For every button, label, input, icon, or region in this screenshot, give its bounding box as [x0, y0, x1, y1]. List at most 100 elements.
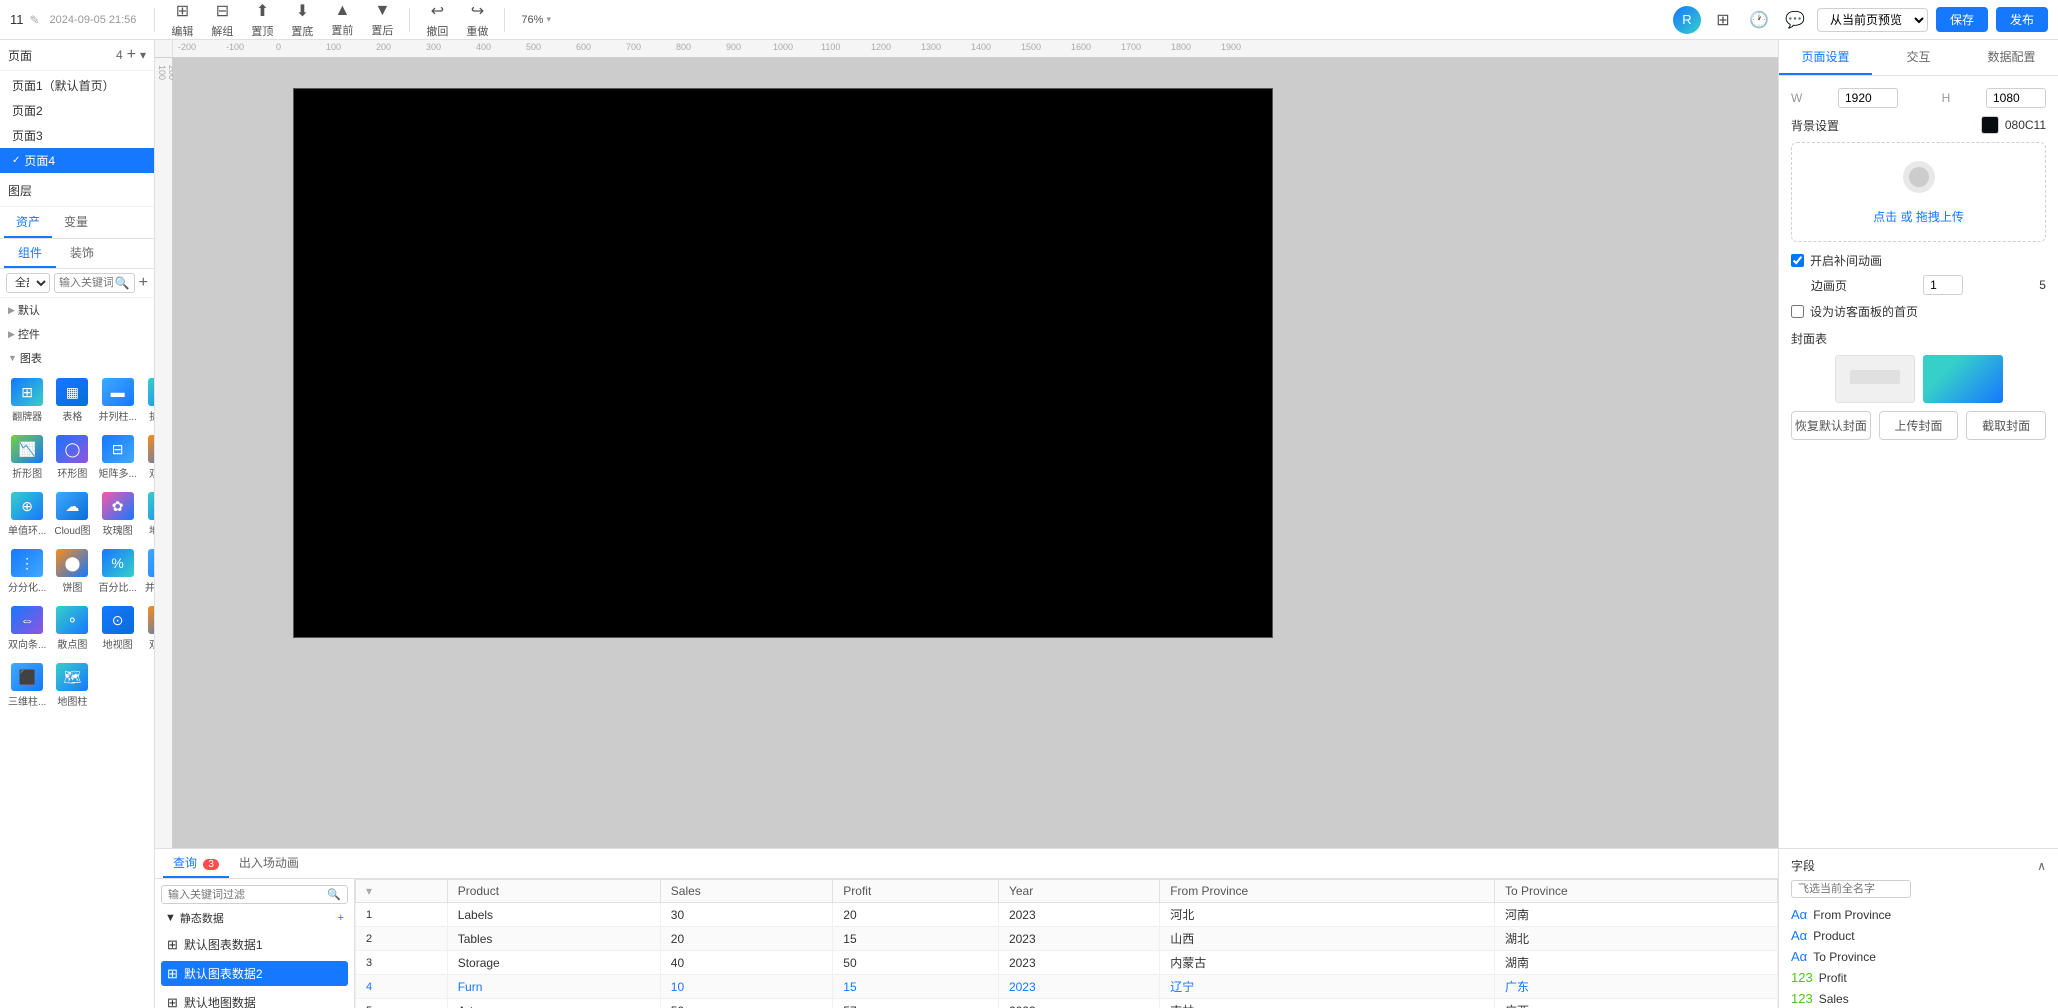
edit-title-icon[interactable]: ✎ — [30, 13, 40, 27]
set-visitor-checkbox[interactable] — [1791, 305, 1804, 318]
page-item-3[interactable]: 页面3 — [0, 123, 154, 148]
canvas-main: 100 200 300 400 500 600 700 800 900 1000 — [155, 58, 1778, 848]
comp-bar-parallel[interactable]: ▬ 并列柱... — [96, 374, 138, 427]
data-source-2-icon: ⊞ — [167, 966, 178, 982]
data-source-1[interactable]: ⊞ 默认图表数据1 — [161, 932, 348, 957]
bottom-tab-animation[interactable]: 出入场动画 — [229, 849, 309, 878]
static-data-add-icon[interactable]: + — [338, 912, 344, 924]
pages-add-button[interactable]: + — [127, 46, 136, 64]
th-profit: Profit — [833, 880, 999, 903]
comp-pie[interactable]: ⬤ 饼图 — [52, 545, 92, 598]
zoom-control[interactable]: 76% ▾ — [513, 12, 559, 28]
comp-rose[interactable]: ✿ 玫瑰图 — [96, 488, 138, 541]
comp-parallel-bar[interactable]: ≡ 并列条... — [143, 545, 154, 598]
comp-matrix[interactable]: ⊟ 矩阵多... — [96, 431, 138, 484]
pages-expand-button[interactable]: ▾ — [140, 48, 146, 62]
open-animation-checkbox[interactable] — [1791, 254, 1804, 267]
row-num-5: 5 — [356, 999, 448, 1008]
right-tab-page-settings[interactable]: 页面设置 — [1779, 40, 1872, 75]
field-product[interactable]: Aα Product — [1791, 925, 2046, 946]
comp-3d-bar[interactable]: ⬛ 三维柱... — [6, 659, 48, 712]
comp-line[interactable]: 📈 折线图 — [143, 374, 154, 427]
field-search-input[interactable] — [1791, 880, 1911, 898]
toolbar-top-btn[interactable]: ⬆ 置顶 — [243, 0, 281, 41]
section-default[interactable]: ▶ 默认 — [0, 298, 154, 322]
comp-area[interactable]: 📉 折形图 — [6, 431, 48, 484]
bottom-label: 置底 — [291, 23, 313, 39]
pages-label: 页面 — [8, 47, 112, 64]
asset-tab[interactable]: 资产 — [4, 207, 52, 238]
data-source-2[interactable]: ⊞ 默认图表数据2 — [161, 961, 348, 986]
publish-button[interactable]: 发布 — [1996, 7, 2048, 32]
toolbar-forward-btn[interactable]: ▲ 置前 — [323, 0, 361, 40]
capture-cover-btn[interactable]: 截取封面 — [1966, 411, 2046, 440]
data-table: ▾ Product Sales Profit Year From Provinc… — [355, 879, 1778, 1008]
comp-scatter[interactable]: ⚬ 散点图 — [52, 602, 92, 655]
section-controls[interactable]: ▶ 控件 — [0, 322, 154, 346]
color-swatch[interactable] — [1981, 116, 1999, 134]
add-component-button[interactable]: + — [139, 274, 148, 292]
comp-bi-bar[interactable]: ⇔ 双向条... — [6, 602, 48, 655]
chat-icon[interactable]: 💬 — [1781, 6, 1809, 34]
upload-area[interactable]: 点击 或 拖拽上传 — [1791, 142, 2046, 242]
comp-single-val[interactable]: ⊕ 单值环... — [6, 488, 48, 541]
page-item-1[interactable]: 页面1（默认首页） — [0, 73, 154, 98]
upload-cover-btn[interactable]: 上传封面 — [1879, 411, 1959, 440]
toolbar-right-area: R ⊞ 🕐 💬 从当前页预览 保存 发布 — [1673, 6, 2048, 34]
preview-select[interactable]: 从当前页预览 — [1817, 8, 1928, 32]
data-search-input[interactable] — [168, 889, 323, 901]
field-sales[interactable]: 123 Sales — [1791, 988, 2046, 1008]
component-tab[interactable]: 组件 — [4, 239, 56, 268]
apps-grid-icon[interactable]: ⊞ — [1709, 6, 1737, 34]
field-product-icon: Aα — [1791, 928, 1807, 943]
section-charts[interactable]: ▼ 图表 — [0, 346, 154, 370]
bottom-tab-query[interactable]: 查询 3 — [163, 849, 229, 878]
toolbar-backward-btn[interactable]: ▼ 置后 — [363, 0, 401, 40]
fields-title: 字段 — [1791, 857, 1815, 874]
fields-expand-icon[interactable]: ∧ — [2037, 859, 2046, 873]
comp-3d-bar-label: 三维柱... — [8, 693, 46, 708]
comp-map-bar2[interactable]: 🗺 地图柱 — [52, 659, 92, 712]
comp-percent[interactable]: % 百分比... — [96, 545, 138, 598]
page-item-4[interactable]: ✓ 页面4 — [0, 148, 154, 173]
section-controls-label: 控件 — [18, 326, 40, 342]
avatar-btn[interactable]: R — [1673, 6, 1701, 34]
field-profit[interactable]: 123 Profit — [1791, 967, 2046, 988]
history-icon[interactable]: 🕐 — [1745, 6, 1773, 34]
restore-default-cover-btn[interactable]: 恢复默认封面 — [1791, 411, 1871, 440]
decor-tab[interactable]: 装饰 — [56, 239, 108, 268]
static-data-expand-icon[interactable]: ▼ — [165, 912, 176, 924]
field-to-province[interactable]: Aα To Province — [1791, 946, 2046, 967]
cell-profit-4: 15 — [833, 975, 999, 999]
toolbar-redo-btn[interactable]: ↪ 重做 — [458, 0, 496, 41]
width-input[interactable] — [1838, 88, 1898, 108]
right-tab-data-config[interactable]: 数据配置 — [1965, 40, 2058, 75]
component-search-input[interactable] — [59, 277, 113, 289]
save-button[interactable]: 保存 — [1936, 7, 1988, 32]
comp-dual-val[interactable]: ⊟ 双值图 — [143, 602, 154, 655]
comp-flipcard[interactable]: ⊞ 翻牌器 — [6, 374, 48, 427]
data-source-3[interactable]: ⊞ 默认地图数据 — [161, 990, 348, 1008]
component-search-row: 全部 🔍 + — [0, 269, 154, 298]
comp-cloud[interactable]: ☁ Cloud图 — [52, 488, 92, 541]
comp-geo-view[interactable]: ⊙ 地视图 — [96, 602, 138, 655]
comp-map-bar[interactable]: 🗺 地图柱 — [143, 488, 154, 541]
toolbar-ungroup-btn[interactable]: ⊟ 解组 — [203, 0, 241, 41]
comp-table[interactable]: ▦ 表格 — [52, 374, 92, 427]
toolbar-edit-btn[interactable]: ⊞ 编辑 — [163, 0, 201, 41]
field-from-province[interactable]: Aα From Province — [1791, 904, 2046, 925]
comp-ring[interactable]: ◯ 环形图 — [52, 431, 92, 484]
toolbar-bottom-btn[interactable]: ⬇ 置底 — [283, 0, 321, 41]
variable-tab[interactable]: 变量 — [52, 207, 100, 238]
height-input[interactable] — [1986, 88, 2046, 108]
comp-dual-axis[interactable]: 〓 双轴图 — [143, 431, 154, 484]
page-item-2[interactable]: 页面2 — [0, 98, 154, 123]
visitor-page-row: 设为访客面板的首页 — [1791, 303, 2046, 320]
canvas-viewport[interactable] — [173, 58, 1778, 848]
comp-split[interactable]: ⋮ 分分化... — [6, 545, 48, 598]
animation-count-input[interactable] — [1923, 275, 1963, 295]
right-tab-interaction[interactable]: 交互 — [1872, 40, 1965, 75]
toolbar-undo-btn[interactable]: ↩ 撤回 — [418, 0, 456, 41]
table-row: 2 Tables 20 15 2023 山西 湖北 — [356, 927, 1778, 951]
category-select[interactable]: 全部 — [6, 273, 50, 293]
